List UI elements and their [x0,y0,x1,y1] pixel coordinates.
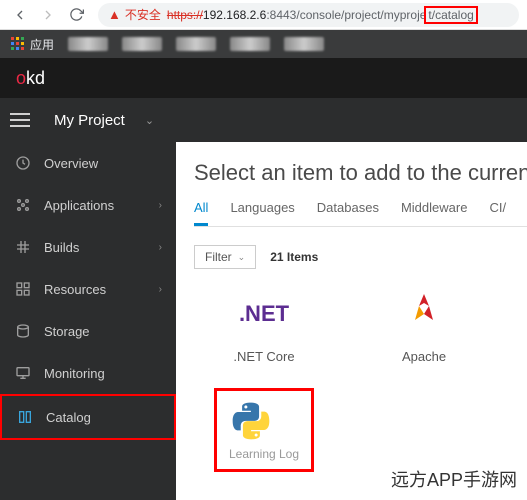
watermark: 远方APP手游网 [387,464,521,494]
card-learning-log[interactable]: Learning Log [214,388,314,472]
project-name-label: My Project [54,112,125,129]
card-dotnet[interactable]: .NET .NET Core Learning Log [194,289,334,472]
apps-label: 应用 [30,36,54,53]
url-highlight: t/catalog [424,6,477,24]
insecure-label: 不安全 [125,6,161,23]
bookmark-blur-2[interactable] [122,37,162,51]
project-bar: My Project ⌄ [0,98,527,142]
sidebar-item-label: Monitoring [44,366,105,381]
bookmarks-bar: 应用 [0,30,527,58]
tab-databases[interactable]: Databases [317,200,379,226]
python-icon [229,399,273,443]
learning-log-label: Learning Log [229,447,299,461]
card-label: Apache [402,349,446,364]
sidebar-item-label: Builds [44,240,79,255]
sidebar-item-applications[interactable]: Applications › [0,184,176,226]
sidebar-item-monitoring[interactable]: Monitoring [0,352,176,394]
bookmark-blur-3[interactable] [176,37,216,51]
tab-cicd[interactable]: CI/ [489,200,506,226]
apache-logo [409,289,439,339]
tab-languages[interactable]: Languages [230,200,294,226]
chevron-down-icon: ⌄ [238,252,246,263]
tab-all[interactable]: All [194,200,208,226]
chevron-right-icon: › [159,242,162,253]
url-scheme: https:// [167,8,203,22]
bookmark-blur-4[interactable] [230,37,270,51]
sidebar-item-storage[interactable]: Storage [0,310,176,352]
monitoring-icon [14,364,32,382]
chevron-right-icon: › [159,284,162,295]
url-path: :8443/console/project/myproje [266,8,426,22]
sidebar-item-resources[interactable]: Resources › [0,268,176,310]
app-header: okd [0,58,527,98]
dotnet-logo: .NET [239,289,289,339]
card-apache[interactable]: Apache [354,289,494,472]
tab-middleware[interactable]: Middleware [401,200,467,226]
chevron-right-icon: › [159,200,162,211]
chevron-down-icon: ⌄ [145,114,154,127]
sidebar-item-label: Overview [44,156,98,171]
card-label: .NET Core [233,349,294,364]
url-host: 192.168.2.6 [203,8,266,22]
main-content: Select an item to add to the curren All … [176,142,527,500]
resources-icon [14,280,32,298]
bookmark-blur-5[interactable] [284,37,324,51]
catalog-cards: .NET .NET Core Learning Log Apache [194,289,527,472]
sidebar-item-builds[interactable]: Builds › [0,226,176,268]
reload-button[interactable] [64,3,88,27]
apps-shortcut[interactable]: 应用 [10,36,54,53]
item-count: 21 Items [270,250,318,264]
applications-icon [14,196,32,214]
sidebar-item-catalog[interactable]: Catalog [0,394,176,440]
filter-button[interactable]: Filter ⌄ [194,245,256,269]
project-selector[interactable]: My Project ⌄ [54,112,154,129]
bookmark-blur-1[interactable] [68,37,108,51]
sidebar-item-label: Catalog [46,410,91,425]
filter-row: Filter ⌄ 21 Items [194,245,527,269]
sidebar-item-label: Applications [44,198,114,213]
sidebar-item-overview[interactable]: Overview [0,142,176,184]
address-bar[interactable]: ▲ 不安全 https:// 192.168.2.6 :8443/console… [98,3,519,27]
storage-icon [14,322,32,340]
okd-logo[interactable]: okd [16,68,45,89]
sidebar: Overview Applications › Builds › Resourc… [0,142,176,500]
filter-label: Filter [205,250,232,264]
page-heading: Select an item to add to the curren [194,160,527,186]
category-tabs: All Languages Databases Middleware CI/ [194,200,527,227]
back-button[interactable] [8,3,32,27]
browser-toolbar: ▲ 不安全 https:// 192.168.2.6 :8443/console… [0,0,527,30]
catalog-icon [16,408,34,426]
dashboard-icon [14,154,32,172]
hamburger-menu[interactable] [10,106,38,134]
forward-button[interactable] [36,3,60,27]
warning-icon: ▲ [108,7,121,22]
sidebar-item-label: Storage [44,324,90,339]
builds-icon [14,238,32,256]
sidebar-item-label: Resources [44,282,106,297]
apps-icon [10,36,26,52]
